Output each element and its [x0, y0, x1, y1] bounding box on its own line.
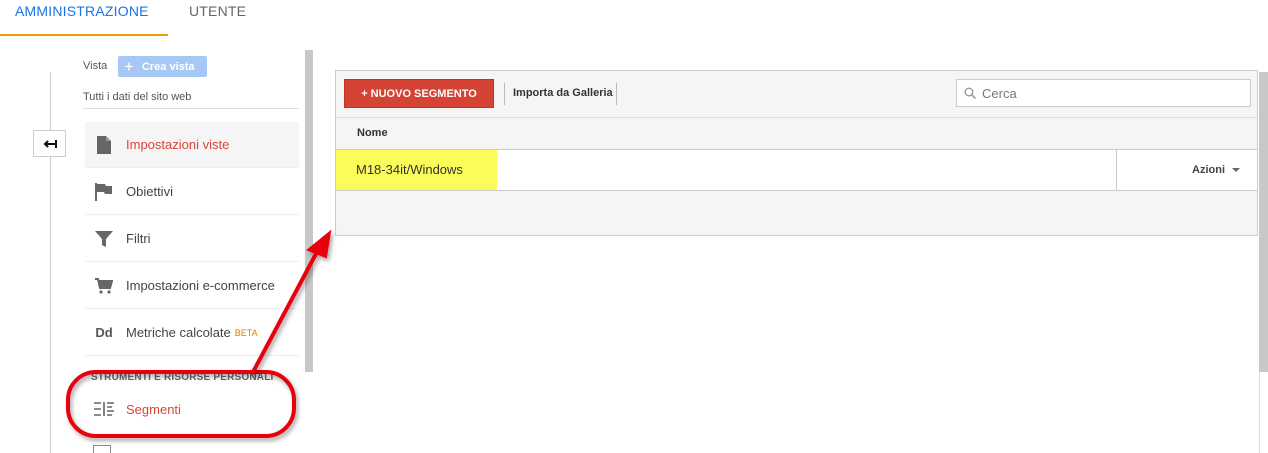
- table-header: Nome: [336, 118, 1257, 150]
- segment-name-link[interactable]: M18-34it/Windows: [336, 150, 497, 190]
- sidebar-item-label: Segmenti: [126, 401, 181, 417]
- sidebar-scrollbar[interactable]: [305, 50, 313, 372]
- cart-icon: [94, 277, 114, 294]
- view-selector[interactable]: Tutti i dati del sito web: [83, 91, 191, 103]
- sidebar-divider: [83, 108, 299, 109]
- segments-panel: + NUOVO SEGMENTO Importa da Galleria Nom…: [335, 70, 1258, 236]
- beta-badge: BETA: [234, 327, 258, 338]
- sidebar-item-impostazioni-viste[interactable]: Impostazioni viste: [85, 122, 299, 168]
- main-right-border: [1259, 372, 1260, 453]
- sidebar-item-label: Impostazioni e-commerce: [126, 278, 275, 293]
- import-gallery-button[interactable]: Importa da Galleria: [513, 87, 613, 99]
- toolbar-separator: [616, 83, 617, 105]
- tab-utente[interactable]: UTENTE: [189, 0, 246, 34]
- new-segment-button[interactable]: + NUOVO SEGMENTO: [344, 79, 494, 108]
- sidebar-item-segmenti[interactable]: Segmenti: [85, 386, 299, 432]
- sidebar-item-filtri[interactable]: Filtri: [85, 216, 299, 262]
- main-scrollbar[interactable]: [1259, 72, 1268, 372]
- back-button[interactable]: [33, 130, 66, 157]
- create-view-label: Crea vista: [141, 60, 195, 73]
- document-icon: [94, 135, 114, 154]
- top-tabs: AMMINISTRAZIONE UTENTE: [0, 0, 1268, 36]
- search-input[interactable]: [982, 85, 1232, 101]
- sidebar-item-obiettivi[interactable]: Obiettivi: [85, 169, 299, 215]
- filter-icon: [94, 230, 114, 247]
- actions-label: Azioni: [1192, 164, 1225, 176]
- sidebar-item-label: Metriche calcolate: [126, 325, 231, 340]
- search-icon: [964, 87, 976, 99]
- segments-icon: [94, 402, 114, 416]
- section-title: STRUMENTI E RISORSE PERSONALI: [91, 372, 274, 383]
- table-row[interactable]: M18-34it/Windows Azioni: [336, 150, 1257, 191]
- chevron-down-icon: [1232, 168, 1240, 172]
- actions-dropdown[interactable]: Azioni: [1116, 150, 1257, 190]
- column-header-nome[interactable]: Nome: [357, 127, 388, 139]
- next-item-icon: [93, 445, 111, 453]
- dd-icon: Dd: [95, 325, 113, 340]
- sidebar-item-label: Obiettivi: [126, 184, 173, 199]
- sidebar-item-ecommerce[interactable]: Impostazioni e-commerce: [85, 263, 299, 309]
- sidebar-item-label: Impostazioni viste: [126, 137, 230, 152]
- create-view-button[interactable]: + Crea vista: [118, 56, 207, 77]
- sidebar-item-metriche[interactable]: Dd Metriche calcolate BETA: [85, 310, 299, 356]
- tab-amministrazione[interactable]: AMMINISTRAZIONE: [0, 0, 168, 36]
- arrow-left-icon: [43, 139, 57, 148]
- flag-icon: [94, 182, 114, 201]
- plus-icon: +: [124, 57, 134, 76]
- search-box[interactable]: [956, 79, 1251, 107]
- toolbar: + NUOVO SEGMENTO Importa da Galleria: [336, 71, 1257, 118]
- view-label: Vista: [83, 60, 108, 72]
- toolbar-separator: [504, 83, 505, 105]
- sidebar-item-label: Filtri: [126, 231, 151, 246]
